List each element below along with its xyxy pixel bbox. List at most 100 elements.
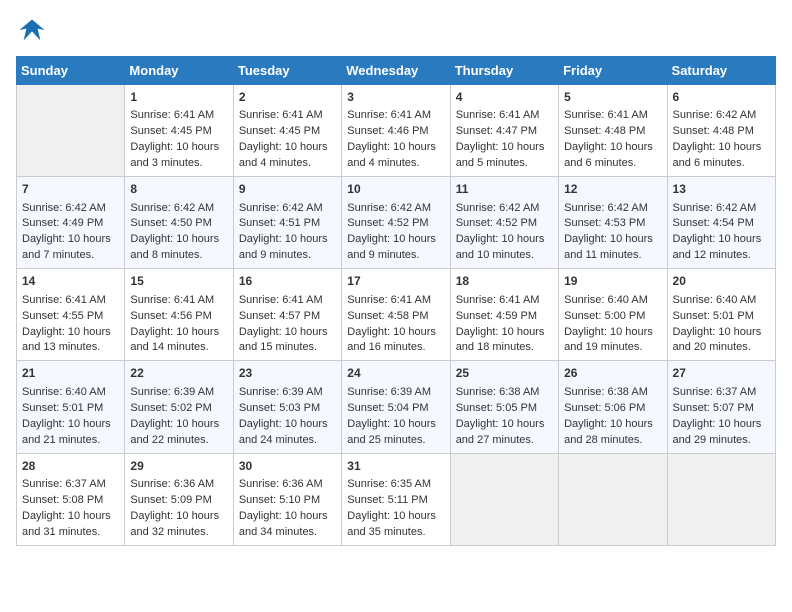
logo [16, 16, 46, 44]
calendar-week-row: 1Sunrise: 6:41 AMSunset: 4:45 PMDaylight… [17, 85, 776, 177]
col-header-sunday: Sunday [17, 57, 125, 85]
day-info: Sunrise: 6:39 AMSunset: 5:02 PMDaylight:… [130, 386, 219, 446]
day-info: Sunrise: 6:40 AMSunset: 5:00 PMDaylight:… [564, 294, 653, 354]
day-info: Sunrise: 6:42 AMSunset: 4:52 PMDaylight:… [456, 202, 545, 262]
calendar-cell: 7 Sunrise: 6:42 AMSunset: 4:49 PMDaylight… [17, 177, 125, 269]
day-number: 18 [456, 273, 553, 290]
calendar-table: SundayMondayTuesdayWednesdayThursdayFrid… [16, 56, 776, 546]
day-number: 10 [347, 181, 444, 198]
day-info: Sunrise: 6:41 AMSunset: 4:56 PMDaylight:… [130, 294, 219, 354]
day-number: 13 [673, 181, 770, 198]
calendar-cell [667, 453, 775, 545]
day-number: 26 [564, 365, 661, 382]
day-number: 23 [239, 365, 336, 382]
calendar-cell: 30 Sunrise: 6:36 AMSunset: 5:10 PMDayligh… [233, 453, 341, 545]
calendar-cell: 22 Sunrise: 6:39 AMSunset: 5:02 PMDayligh… [125, 361, 233, 453]
day-info: Sunrise: 6:40 AMSunset: 5:01 PMDaylight:… [22, 386, 111, 446]
day-info: Sunrise: 6:36 AMSunset: 5:09 PMDaylight:… [130, 478, 219, 538]
day-info: Sunrise: 6:41 AMSunset: 4:48 PMDaylight:… [564, 109, 653, 169]
day-info: Sunrise: 6:42 AMSunset: 4:52 PMDaylight:… [347, 202, 436, 262]
day-number: 25 [456, 365, 553, 382]
day-info: Sunrise: 6:42 AMSunset: 4:54 PMDaylight:… [673, 202, 762, 262]
calendar-cell [17, 85, 125, 177]
day-number: 2 [239, 89, 336, 106]
calendar-cell: 15 Sunrise: 6:41 AMSunset: 4:56 PMDayligh… [125, 269, 233, 361]
calendar-cell: 8 Sunrise: 6:42 AMSunset: 4:50 PMDaylight… [125, 177, 233, 269]
calendar-cell: 10 Sunrise: 6:42 AMSunset: 4:52 PMDayligh… [342, 177, 450, 269]
day-number: 30 [239, 458, 336, 475]
calendar-cell: 11 Sunrise: 6:42 AMSunset: 4:52 PMDayligh… [450, 177, 558, 269]
calendar-cell: 23Sunrise: 6:39 AMSunset: 5:03 PMDayligh… [233, 361, 341, 453]
day-number: 3 [347, 89, 444, 106]
calendar-cell: 24 Sunrise: 6:39 AMSunset: 5:04 PMDayligh… [342, 361, 450, 453]
day-number: 27 [673, 365, 770, 382]
col-header-wednesday: Wednesday [342, 57, 450, 85]
day-info: Sunrise: 6:41 AMSunset: 4:45 PMDaylight:… [239, 109, 328, 169]
calendar-cell: 25Sunrise: 6:38 AMSunset: 5:05 PMDayligh… [450, 361, 558, 453]
day-info: Sunrise: 6:37 AMSunset: 5:08 PMDaylight:… [22, 478, 111, 538]
col-header-thursday: Thursday [450, 57, 558, 85]
day-number: 28 [22, 458, 119, 475]
calendar-cell: 31 Sunrise: 6:35 AMSunset: 5:11 PMDayligh… [342, 453, 450, 545]
day-number: 4 [456, 89, 553, 106]
col-header-saturday: Saturday [667, 57, 775, 85]
day-number: 15 [130, 273, 227, 290]
calendar-cell: 16 Sunrise: 6:41 AMSunset: 4:57 PMDayligh… [233, 269, 341, 361]
day-info: Sunrise: 6:42 AMSunset: 4:53 PMDaylight:… [564, 202, 653, 262]
day-number: 6 [673, 89, 770, 106]
day-info: Sunrise: 6:39 AMSunset: 5:04 PMDaylight:… [347, 386, 436, 446]
day-number: 12 [564, 181, 661, 198]
calendar-cell: 1Sunrise: 6:41 AMSunset: 4:45 PMDaylight… [125, 85, 233, 177]
day-info: Sunrise: 6:35 AMSunset: 5:11 PMDaylight:… [347, 478, 436, 538]
day-info: Sunrise: 6:41 AMSunset: 4:59 PMDaylight:… [456, 294, 545, 354]
calendar-cell [559, 453, 667, 545]
day-number: 29 [130, 458, 227, 475]
day-number: 9 [239, 181, 336, 198]
col-header-friday: Friday [559, 57, 667, 85]
day-info: Sunrise: 6:38 AMSunset: 5:06 PMDaylight:… [564, 386, 653, 446]
day-info: Sunrise: 6:41 AMSunset: 4:57 PMDaylight:… [239, 294, 328, 354]
calendar-cell: 13 Sunrise: 6:42 AMSunset: 4:54 PMDayligh… [667, 177, 775, 269]
calendar-cell: 9 Sunrise: 6:42 AMSunset: 4:51 PMDaylight… [233, 177, 341, 269]
day-number: 11 [456, 181, 553, 198]
day-number: 19 [564, 273, 661, 290]
calendar-week-row: 14Sunrise: 6:41 AMSunset: 4:55 PMDayligh… [17, 269, 776, 361]
day-info: Sunrise: 6:42 AMSunset: 4:51 PMDaylight:… [239, 202, 328, 262]
day-number: 31 [347, 458, 444, 475]
day-number: 16 [239, 273, 336, 290]
day-info: Sunrise: 6:36 AMSunset: 5:10 PMDaylight:… [239, 478, 328, 538]
logo-text [16, 16, 46, 44]
calendar-cell: 18 Sunrise: 6:41 AMSunset: 4:59 PMDayligh… [450, 269, 558, 361]
calendar-cell: 5 Sunrise: 6:41 AMSunset: 4:48 PMDaylight… [559, 85, 667, 177]
col-header-monday: Monday [125, 57, 233, 85]
calendar-cell: 17Sunrise: 6:41 AMSunset: 4:58 PMDayligh… [342, 269, 450, 361]
calendar-week-row: 28 Sunrise: 6:37 AMSunset: 5:08 PMDayligh… [17, 453, 776, 545]
calendar-cell: 29 Sunrise: 6:36 AMSunset: 5:09 PMDayligh… [125, 453, 233, 545]
day-number: 17 [347, 273, 444, 290]
day-number: 20 [673, 273, 770, 290]
day-info: Sunrise: 6:41 AMSunset: 4:46 PMDaylight:… [347, 109, 436, 169]
day-info: Sunrise: 6:41 AMSunset: 4:55 PMDaylight:… [22, 294, 111, 354]
calendar-header-row: SundayMondayTuesdayWednesdayThursdayFrid… [17, 57, 776, 85]
day-info: Sunrise: 6:37 AMSunset: 5:07 PMDaylight:… [673, 386, 762, 446]
logo-bird-icon [18, 16, 46, 44]
day-number: 5 [564, 89, 661, 106]
calendar-week-row: 21 Sunrise: 6:40 AMSunset: 5:01 PMDayligh… [17, 361, 776, 453]
calendar-cell: 2 Sunrise: 6:41 AMSunset: 4:45 PMDaylight… [233, 85, 341, 177]
day-info: Sunrise: 6:42 AMSunset: 4:50 PMDaylight:… [130, 202, 219, 262]
day-number: 21 [22, 365, 119, 382]
calendar-cell: 27 Sunrise: 6:37 AMSunset: 5:07 PMDayligh… [667, 361, 775, 453]
day-number: 7 [22, 181, 119, 198]
day-number: 8 [130, 181, 227, 198]
calendar-cell: 26 Sunrise: 6:38 AMSunset: 5:06 PMDayligh… [559, 361, 667, 453]
day-info: Sunrise: 6:42 AMSunset: 4:49 PMDaylight:… [22, 202, 111, 262]
calendar-cell: 20Sunrise: 6:40 AMSunset: 5:01 PMDayligh… [667, 269, 775, 361]
day-number: 22 [130, 365, 227, 382]
day-info: Sunrise: 6:42 AMSunset: 4:48 PMDaylight:… [673, 109, 762, 169]
calendar-cell [450, 453, 558, 545]
col-header-tuesday: Tuesday [233, 57, 341, 85]
calendar-cell: 12 Sunrise: 6:42 AMSunset: 4:53 PMDayligh… [559, 177, 667, 269]
day-number: 24 [347, 365, 444, 382]
calendar-week-row: 7 Sunrise: 6:42 AMSunset: 4:49 PMDaylight… [17, 177, 776, 269]
calendar-cell: 19 Sunrise: 6:40 AMSunset: 5:00 PMDayligh… [559, 269, 667, 361]
